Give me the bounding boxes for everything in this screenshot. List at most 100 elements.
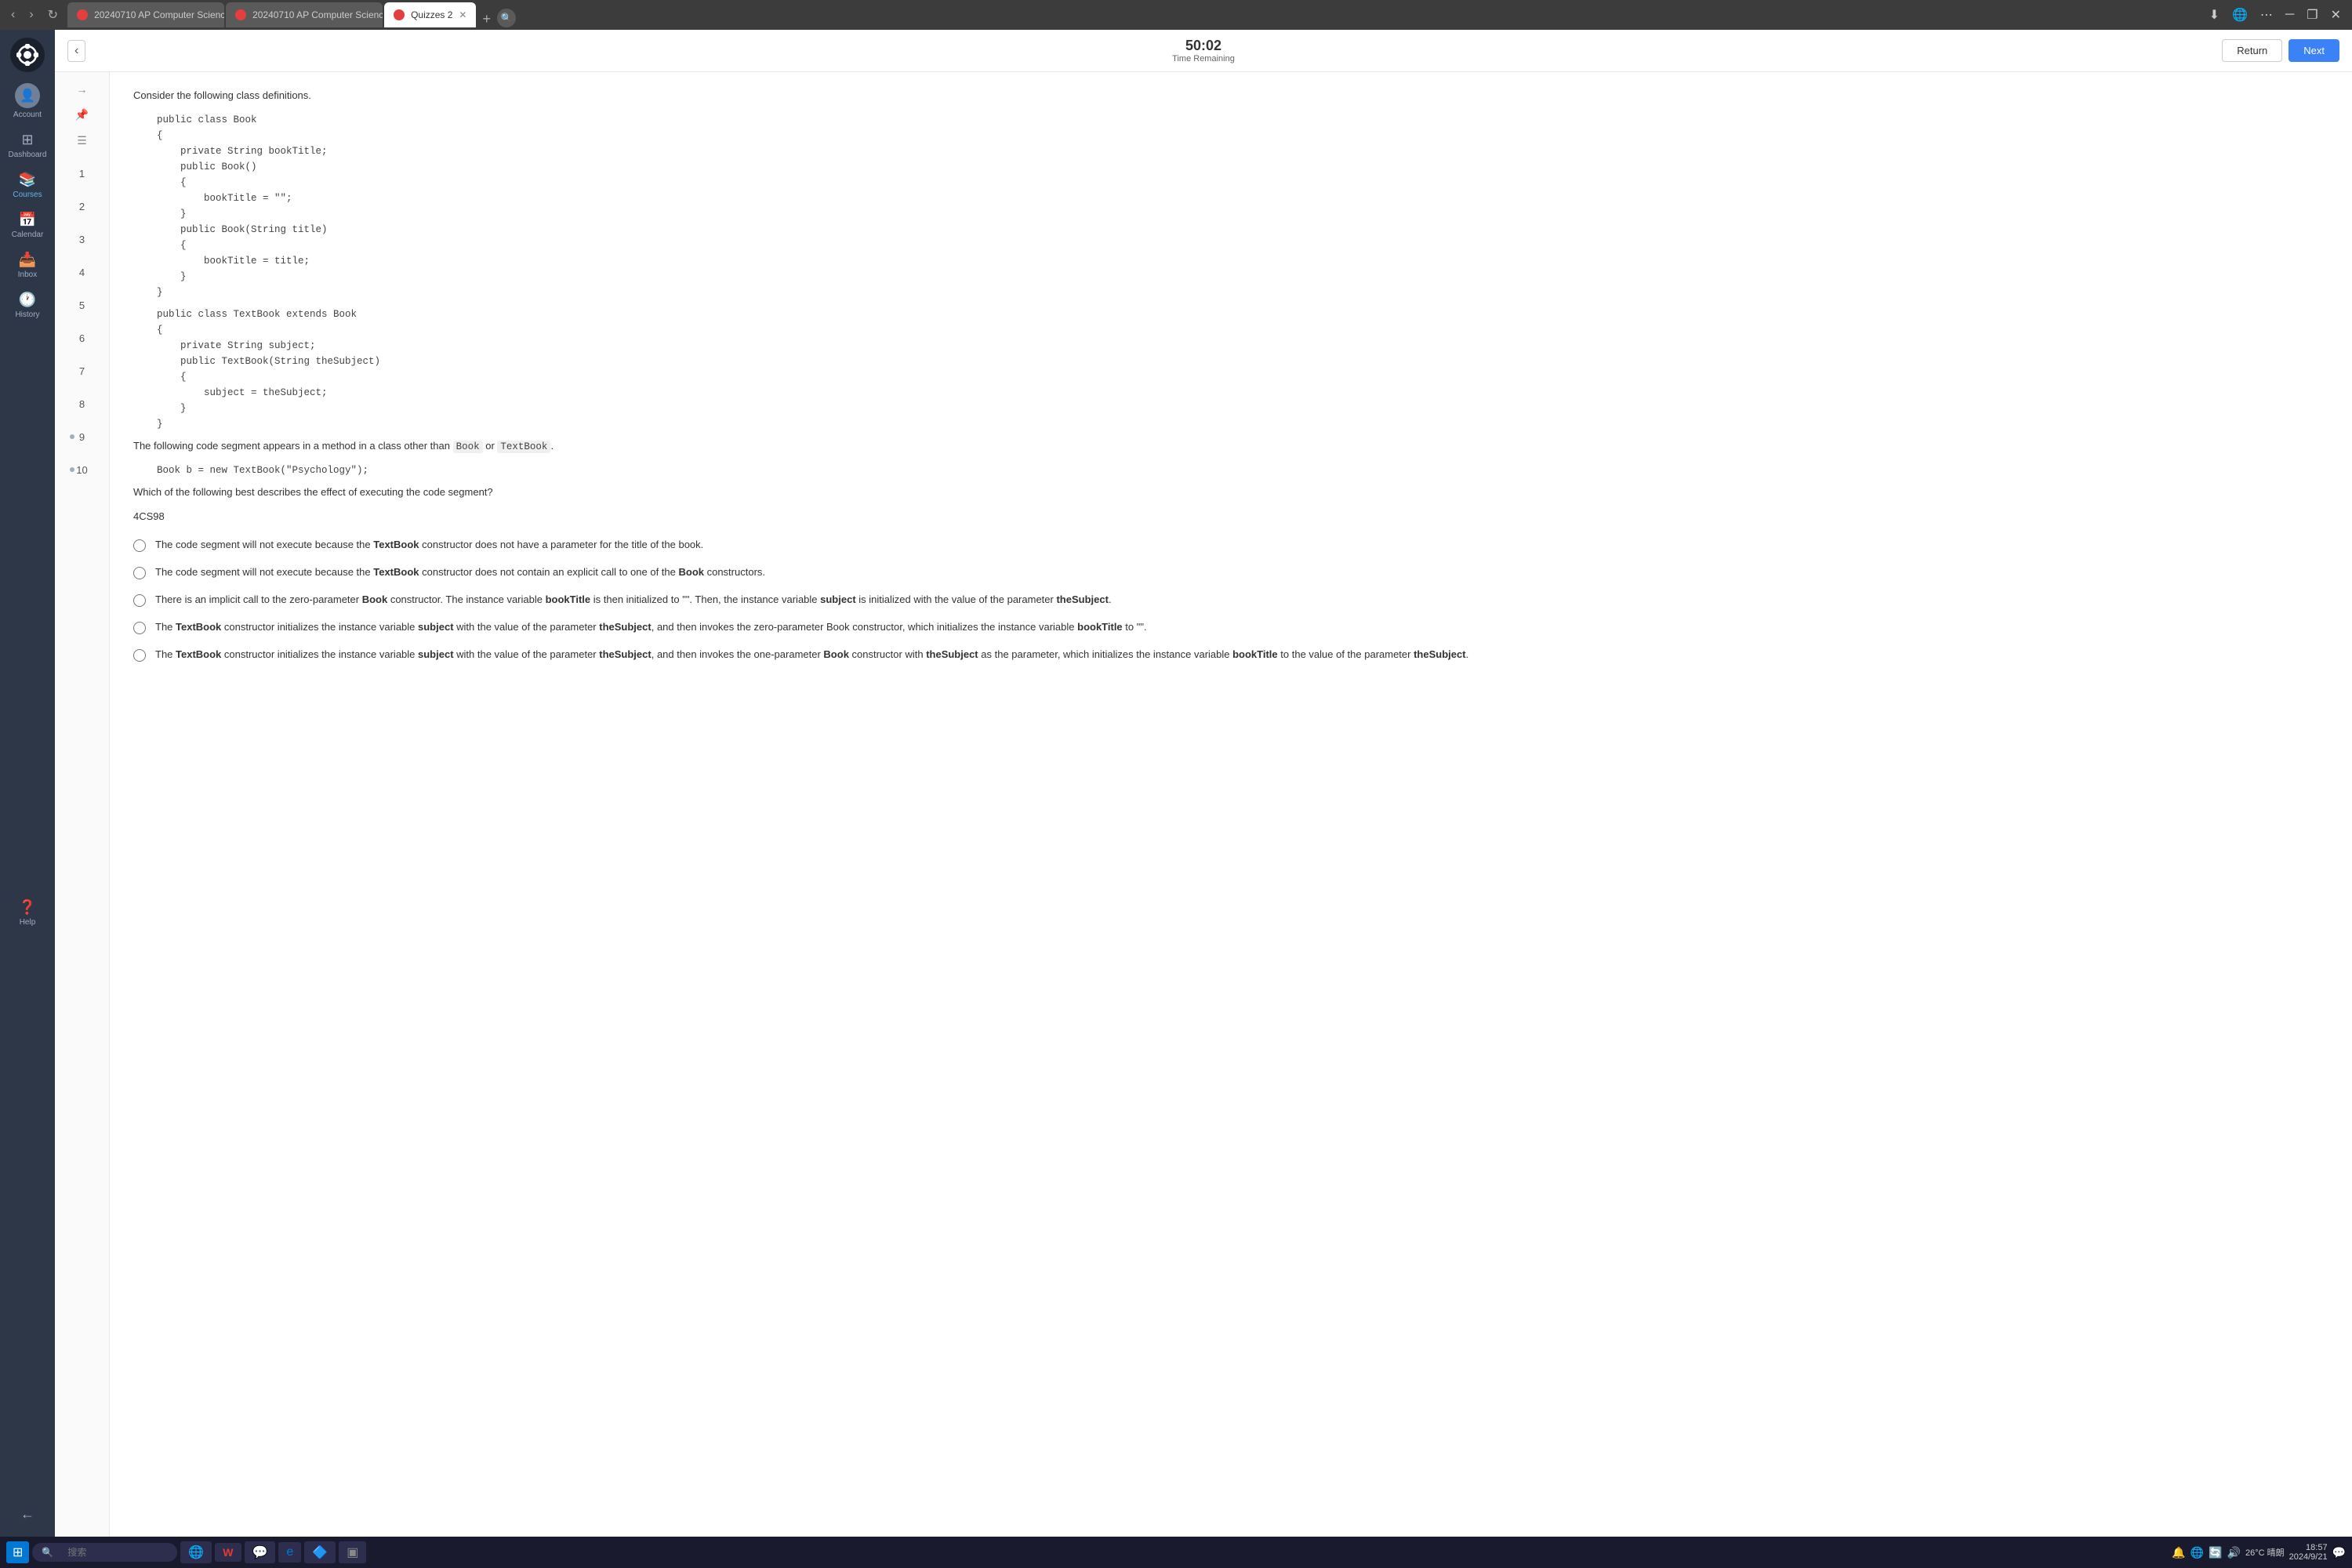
tab-label-3: Quizzes 2: [411, 9, 452, 20]
intro-text: Consider the following class definitions…: [133, 88, 2328, 104]
question-content-area: Consider the following class definitions…: [110, 72, 2352, 1537]
taskbar-clock[interactable]: 18:57 2024/9/21: [2289, 1543, 2328, 1562]
taskbar-app-wechat[interactable]: 💬: [245, 1541, 276, 1563]
taskbar-volume-icon[interactable]: 🔊: [2227, 1546, 2241, 1559]
question-number-7[interactable]: 7: [68, 357, 96, 385]
taskbar-weather-text: 26°C 晴朗: [2245, 1546, 2285, 1559]
taskbar-app-browser[interactable]: 🌐: [180, 1541, 212, 1563]
booktitle-bold-d: bookTitle: [1077, 621, 1123, 633]
browser-tab-2[interactable]: 20240710 AP Computer Science: [226, 2, 383, 27]
browser-reload-button[interactable]: ↻: [43, 4, 63, 26]
next-button[interactable]: Next: [2288, 39, 2339, 62]
radio-option-b[interactable]: [133, 567, 146, 579]
taskbar-app-edge[interactable]: e: [278, 1542, 301, 1563]
question-number-9[interactable]: 9: [68, 423, 96, 451]
card-view-icon[interactable]: ☰: [74, 131, 90, 151]
browser-tab-3[interactable]: Quizzes 2 ✕: [384, 2, 476, 27]
sidebar-item-help[interactable]: ❓ Help: [0, 893, 55, 933]
browser-chrome: ‹ › ↻ 20240710 AP Computer Science 20240…: [0, 0, 2352, 30]
sidebar-logo[interactable]: [10, 38, 45, 72]
tab-favicon-1: [77, 9, 88, 20]
app-header: ‹ 50:02 Time Remaining Return Next: [55, 30, 2352, 72]
tab-label-1: 20240710 AP Computer Science: [94, 9, 224, 20]
question-number-10[interactable]: 10: [68, 456, 96, 484]
account-icon: 👤: [20, 88, 35, 103]
app-container: 👤 Account ⊞ Dashboard 📚 Courses 📅 Calend…: [0, 30, 2352, 1537]
header-action-buttons: Return Next: [2222, 39, 2339, 62]
browser-close-button[interactable]: ✕: [2326, 4, 2346, 26]
subject-bold-c: subject: [820, 593, 856, 605]
taskbar-notification-center-icon[interactable]: 💬: [2332, 1546, 2346, 1559]
sidebar-item-dashboard[interactable]: ⊞ Dashboard: [0, 125, 55, 165]
browser-search-button[interactable]: 🔍: [497, 9, 516, 27]
taskbar-network-icon[interactable]: 🌐: [2190, 1546, 2204, 1559]
browser-forward-button[interactable]: ›: [24, 5, 38, 25]
subject-bold-d: subject: [418, 621, 454, 633]
radio-option-e[interactable]: [133, 649, 146, 662]
windows-start-button[interactable]: ⊞: [6, 1541, 29, 1563]
wechat-icon: 💬: [252, 1544, 268, 1560]
textbook-bold-a: TextBook: [373, 539, 419, 550]
answer-option-d[interactable]: The TextBook constructor initializes the…: [133, 619, 2328, 636]
unknown-app-icon: 🔷: [312, 1544, 328, 1560]
browser-tab-1[interactable]: 20240710 AP Computer Science: [67, 2, 224, 27]
taskbar-search-icon: 🔍: [42, 1547, 53, 1558]
inbox-icon: 📥: [19, 252, 36, 268]
answer-option-b[interactable]: The code segment will not execute becaus…: [133, 564, 2328, 581]
browser-more-button[interactable]: ⋯: [2256, 4, 2278, 26]
return-button[interactable]: Return: [2222, 39, 2282, 62]
radio-option-a[interactable]: [133, 539, 146, 552]
taskbar-app-wps[interactable]: W: [215, 1543, 241, 1562]
question-number-2[interactable]: 2: [68, 192, 96, 220]
question-number-6[interactable]: 6: [68, 324, 96, 352]
sidebar-item-calendar[interactable]: 📅 Calendar: [0, 205, 55, 245]
question-list-panel: → 📌 ☰ 1 2 3 4 5 6 7 8 9 10: [55, 72, 110, 1537]
browser-back-button[interactable]: ‹: [6, 5, 20, 25]
answer-option-e[interactable]: The TextBook constructor initializes the…: [133, 647, 2328, 663]
collapse-left-icon: ←: [20, 1506, 34, 1523]
answer-options: The code segment will not execute becaus…: [133, 537, 2328, 662]
browser-minimize-button[interactable]: ─: [2281, 5, 2299, 25]
taskbar-notification-icon[interactable]: 🔔: [2172, 1546, 2185, 1559]
radio-option-d[interactable]: [133, 622, 146, 634]
sidebar-item-label-courses: Courses: [13, 191, 42, 199]
sidebar-item-history[interactable]: 🕐 History: [0, 285, 55, 325]
code-class2-inline: TextBook: [497, 441, 550, 453]
pin-icon[interactable]: 📌: [72, 105, 92, 125]
tab-close-button-3[interactable]: ✕: [459, 9, 466, 20]
booktitle-bold-c: bookTitle: [546, 593, 591, 605]
code-textbook: public class TextBook extends Book { pri…: [157, 307, 2328, 432]
taskbar-right-area: 🔔 🌐 🔄 🔊 26°C 晴朗 18:57 2024/9/21 💬: [2172, 1543, 2346, 1562]
answer-option-a[interactable]: The code segment will not execute becaus…: [133, 537, 2328, 554]
question-number-4[interactable]: 4: [68, 258, 96, 286]
code-segment: Book b = new TextBook("Psychology");: [157, 463, 2328, 478]
browser-translate-button[interactable]: 🌐: [2227, 4, 2252, 26]
browser-download-button[interactable]: ⬇: [2205, 4, 2224, 26]
sidebar-item-inbox[interactable]: 📥 Inbox: [0, 245, 55, 285]
sidebar-collapse-button[interactable]: ←: [0, 1500, 55, 1529]
sidebar-item-courses[interactable]: 📚 Courses: [0, 165, 55, 205]
taskbar-search-area[interactable]: 🔍: [32, 1543, 177, 1562]
browser-restore-button[interactable]: ❐: [2302, 4, 2322, 26]
new-tab-button[interactable]: +: [477, 11, 495, 27]
question-number-5[interactable]: 5: [68, 291, 96, 319]
taskbar-app-unknown[interactable]: 🔷: [304, 1541, 336, 1563]
answer-option-c[interactable]: There is an implicit call to the zero-pa…: [133, 592, 2328, 608]
book-bold-b: Book: [678, 566, 704, 578]
search-icon: 🔍: [501, 13, 513, 24]
question-number-8[interactable]: 8: [68, 390, 96, 418]
question-intro: Consider the following class definitions…: [133, 88, 2328, 524]
question-number-3[interactable]: 3: [68, 225, 96, 253]
taskbar-sync-icon[interactable]: 🔄: [2209, 1546, 2222, 1559]
sidebar-item-account[interactable]: 👤 Account: [0, 77, 55, 125]
subject-bold-e: subject: [418, 648, 454, 660]
question-number-1[interactable]: 1: [68, 159, 96, 187]
taskbar-app-terminal[interactable]: ▣: [339, 1541, 366, 1563]
avatar: 👤: [15, 83, 40, 108]
sidebar-toggle-button[interactable]: ‹: [67, 40, 85, 62]
radio-option-c[interactable]: [133, 594, 146, 607]
taskbar-search-input[interactable]: [58, 1544, 168, 1560]
code-segment-intro-text: The following code segment appears in a …: [133, 438, 2328, 455]
chrome-icon: 🌐: [188, 1544, 204, 1560]
panel-collapse-arrow[interactable]: →: [74, 80, 91, 99]
